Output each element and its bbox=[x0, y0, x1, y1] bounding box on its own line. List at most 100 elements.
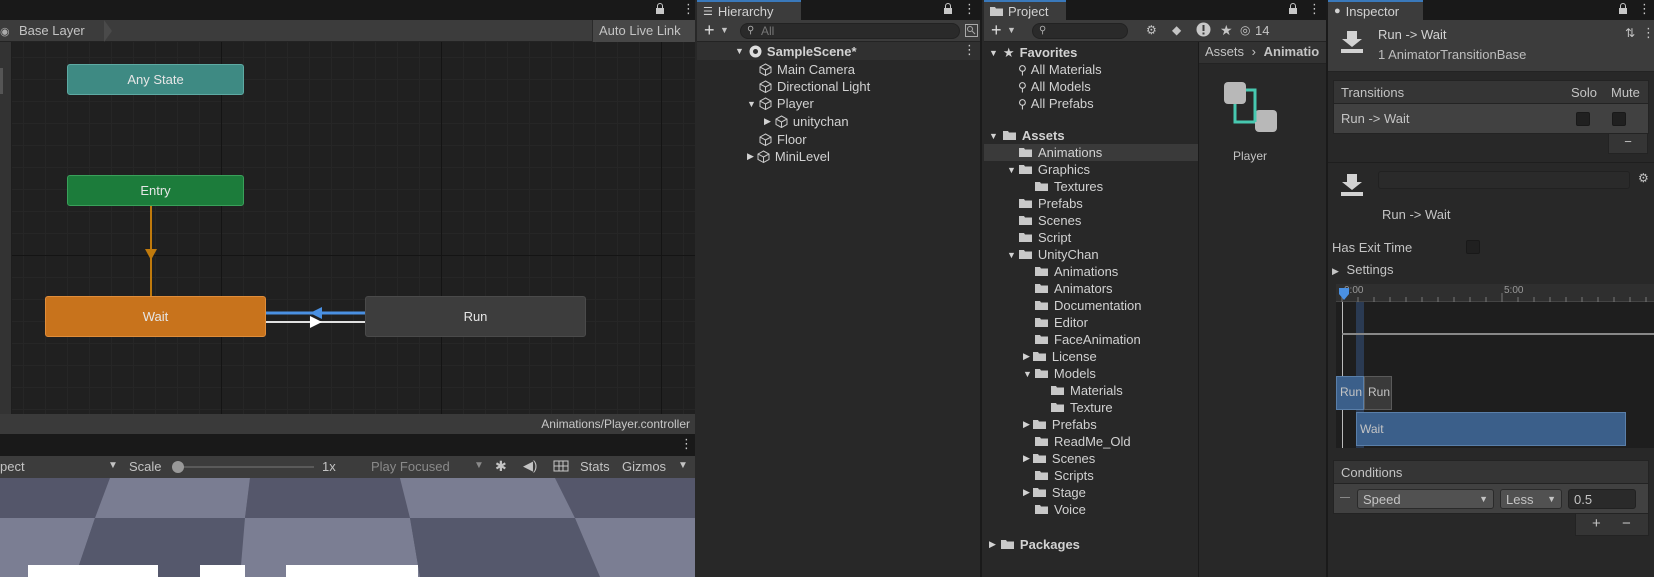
tab-project[interactable]: Project bbox=[984, 0, 1066, 20]
play-focused-dropdown[interactable]: Play Focused bbox=[371, 459, 450, 474]
chevron-down-icon[interactable]: ▼ bbox=[720, 25, 729, 35]
plus-icon[interactable]: + bbox=[704, 20, 715, 41]
mute-checkbox[interactable] bbox=[1612, 112, 1626, 126]
favorite-all-prefabs[interactable]: ⚲ All Prefabs bbox=[1018, 95, 1094, 112]
folder-models[interactable]: ▼ Models bbox=[1023, 365, 1096, 382]
favorite-all-models[interactable]: ⚲ All Models bbox=[1018, 78, 1091, 95]
scale-slider-handle[interactable] bbox=[172, 461, 184, 473]
timeline-clip-run-b[interactable]: Run bbox=[1364, 376, 1392, 410]
expand-arrow-icon[interactable]: ▼ bbox=[735, 46, 744, 56]
folder-prefabs[interactable]: Prefabs bbox=[1019, 195, 1083, 212]
speaker-icon[interactable]: ◀) bbox=[523, 458, 537, 474]
condition-value-input[interactable]: 0.5 bbox=[1568, 489, 1636, 509]
folder-unitychan-prefabs[interactable]: ▶ Prefabs bbox=[1023, 416, 1097, 433]
transition-row[interactable]: Run -> Wait bbox=[1333, 104, 1649, 134]
assets-row[interactable]: ▼ Assets bbox=[989, 127, 1065, 144]
folder-graphics[interactable]: ▼ Graphics bbox=[1007, 161, 1090, 178]
folder-textures[interactable]: Textures bbox=[1035, 178, 1103, 195]
hierarchy-search[interactable]: ⚲ All bbox=[740, 23, 960, 39]
timeline-clip-run-a[interactable]: Run bbox=[1336, 376, 1364, 410]
condition-param-dropdown[interactable]: Speed ▼ bbox=[1357, 489, 1494, 509]
collapse-arrow-icon[interactable]: ▶ bbox=[764, 116, 771, 127]
stats-button[interactable]: Stats bbox=[580, 459, 610, 474]
aspect-dropdown[interactable]: pect bbox=[0, 459, 25, 474]
expand-arrow-icon[interactable]: ▼ bbox=[1007, 165, 1016, 175]
menu-dots-icon[interactable] bbox=[963, 1, 976, 17]
folder-stage[interactable]: ▶ Stage bbox=[1023, 484, 1086, 501]
bug-icon[interactable]: ✱ bbox=[495, 458, 507, 475]
label-tag-icon[interactable]: ◆ bbox=[1172, 23, 1181, 37]
collapse-arrow-icon[interactable]: ▶ bbox=[747, 151, 754, 162]
collapse-arrow-icon[interactable]: ▶ bbox=[1023, 351, 1030, 362]
eye-icon[interactable]: ◉ bbox=[0, 25, 10, 38]
folder-readme-old[interactable]: ReadMe_Old bbox=[1035, 433, 1131, 450]
folder-scenes[interactable]: Scenes bbox=[1019, 212, 1081, 229]
hierarchy-item-player[interactable]: ▼ Player bbox=[747, 95, 814, 112]
warning-icon[interactable] bbox=[1196, 22, 1211, 37]
folder-texture[interactable]: Texture bbox=[1051, 399, 1113, 416]
folder-editor[interactable]: Editor bbox=[1035, 314, 1088, 331]
folder-materials[interactable]: Materials bbox=[1051, 382, 1123, 399]
chevron-down-icon[interactable]: ▼ bbox=[474, 460, 484, 471]
game-view[interactable] bbox=[0, 478, 695, 577]
tab-inspector[interactable]: ● Inspector bbox=[1328, 0, 1423, 20]
chevron-down-icon[interactable]: ▼ bbox=[1007, 25, 1016, 35]
collapse-arrow-icon[interactable]: ▶ bbox=[989, 539, 996, 550]
layers-sidebar-collapsed[interactable] bbox=[0, 42, 12, 414]
project-search[interactable]: ⚲ bbox=[1032, 23, 1128, 39]
hierarchy-item-directional-light[interactable]: Directional Light bbox=[759, 78, 870, 95]
state-run[interactable]: Run bbox=[365, 296, 586, 337]
collapse-arrow-icon[interactable]: ▶ bbox=[1023, 487, 1030, 498]
hierarchy-item-unitychan[interactable]: ▶ unitychan bbox=[764, 113, 849, 130]
plus-icon[interactable]: + bbox=[991, 20, 1002, 41]
folder-unitychan-animations[interactable]: Animations bbox=[1035, 263, 1118, 280]
menu-dots-icon[interactable] bbox=[1638, 1, 1651, 17]
settings-foldout[interactable]: ▶ Settings bbox=[1332, 262, 1394, 277]
adjust-icon[interactable]: ⇅ bbox=[1625, 26, 1635, 40]
menu-dots-icon[interactable] bbox=[682, 1, 695, 17]
auto-live-link-button[interactable]: Auto Live Link bbox=[592, 20, 695, 42]
timeline-clip-wait[interactable]: Wait bbox=[1356, 412, 1626, 446]
expand-arrow-icon[interactable]: ▼ bbox=[989, 131, 998, 141]
packages-row[interactable]: ▶ Packages bbox=[989, 536, 1080, 553]
animator-controller-icon[interactable] bbox=[1224, 82, 1278, 136]
folder-scripts[interactable]: Scripts bbox=[1035, 467, 1094, 484]
scene-row[interactable]: ▼ SampleScene* bbox=[697, 42, 982, 60]
menu-dots-icon[interactable] bbox=[1642, 25, 1654, 41]
menu-dots-icon[interactable] bbox=[680, 436, 693, 452]
has-exit-time-checkbox[interactable] bbox=[1466, 240, 1480, 254]
state-wait[interactable]: Wait bbox=[45, 296, 266, 337]
condition-operator-dropdown[interactable]: Less ▼ bbox=[1500, 489, 1562, 509]
drag-handle-icon[interactable] bbox=[1340, 497, 1350, 498]
lock-icon[interactable] bbox=[1288, 3, 1298, 15]
transition-arrows[interactable] bbox=[12, 42, 695, 414]
folder-faceanimation[interactable]: FaceAnimation bbox=[1035, 331, 1141, 348]
gizmos-button[interactable]: Gizmos bbox=[622, 459, 666, 474]
lock-icon[interactable] bbox=[655, 3, 665, 15]
menu-dots-icon[interactable] bbox=[1308, 1, 1321, 17]
breadcrumb[interactable]: Base Layer bbox=[19, 23, 85, 38]
hierarchy-item-floor[interactable]: Floor bbox=[759, 131, 807, 148]
tab-hierarchy[interactable]: ☰ Hierarchy bbox=[697, 0, 801, 20]
transition-name-field[interactable] bbox=[1378, 171, 1630, 189]
asset-name[interactable]: Player bbox=[1218, 149, 1282, 163]
timeline-start-marker-icon[interactable] bbox=[1339, 288, 1349, 300]
lock-icon[interactable] bbox=[943, 3, 953, 15]
favorites-row[interactable]: ▼ ★ Favorites bbox=[989, 44, 1077, 61]
favorite-all-materials[interactable]: ⚲ All Materials bbox=[1018, 61, 1102, 78]
hidden-eye-icon[interactable]: ◎ bbox=[1240, 23, 1250, 37]
folder-animations[interactable]: Animations bbox=[1019, 144, 1102, 161]
scale-slider[interactable] bbox=[178, 466, 314, 468]
expand-arrow-icon[interactable]: ▼ bbox=[1007, 250, 1016, 260]
menu-dots-icon[interactable] bbox=[963, 42, 976, 58]
gear-icon[interactable]: ⚙ bbox=[1638, 171, 1649, 185]
collapse-arrow-icon[interactable]: ▶ bbox=[1023, 453, 1030, 464]
folder-documentation[interactable]: Documentation bbox=[1035, 297, 1141, 314]
expand-arrow-icon[interactable]: ▼ bbox=[989, 48, 998, 58]
remove-condition-button[interactable]: − bbox=[1622, 515, 1631, 532]
state-machine-graph[interactable]: Any State Entry Wait Run bbox=[12, 42, 695, 414]
hierarchy-item-main-camera[interactable]: Main Camera bbox=[759, 61, 855, 78]
collapse-arrow-icon[interactable]: ▶ bbox=[1023, 419, 1030, 430]
add-condition-button[interactable]: + bbox=[1592, 515, 1601, 532]
folder-script[interactable]: Script bbox=[1019, 229, 1071, 246]
